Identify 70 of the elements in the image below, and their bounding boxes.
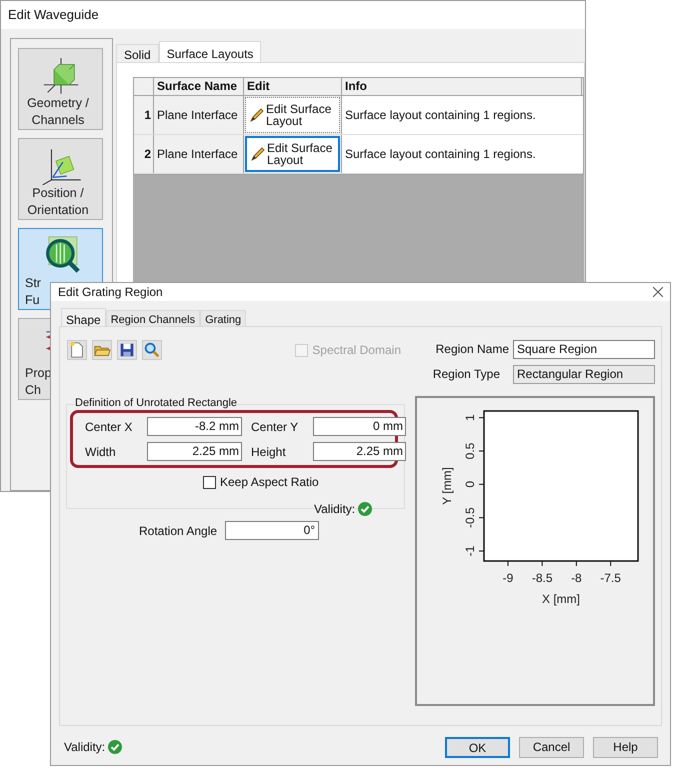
sidebar-item[interactable]: Geometry / Channels	[18, 48, 103, 130]
toolbar-button[interactable]	[142, 340, 162, 360]
checkbox-label: Spectral Domain	[312, 342, 401, 359]
checkbox-label: Keep Aspect Ratio	[220, 474, 319, 491]
input-field[interactable]: 0 mm	[313, 417, 406, 436]
input-field[interactable]: 2.25 mm	[147, 442, 242, 461]
pencil-icon	[250, 108, 264, 122]
tick-label: 1	[463, 414, 477, 421]
tick-mark	[478, 484, 484, 485]
tick-mark	[478, 550, 484, 552]
tick-label: 0.5	[463, 442, 477, 460]
input-field[interactable]: 0°	[225, 521, 320, 540]
tick-label: -0.5	[463, 507, 477, 528]
field-label: Center Y	[250, 418, 300, 436]
dialog-button[interactable]: Help	[593, 736, 658, 758]
window-title: Edit Waveguide	[8, 6, 99, 24]
tick-mark	[478, 450, 484, 452]
group-title: Definition of Unrotated Rectangle	[75, 397, 238, 409]
column-header: Surface Name	[154, 78, 244, 95]
field-label: Region Type	[432, 366, 500, 383]
tab[interactable]: Surface Layouts	[158, 41, 262, 62]
tick-mark	[478, 417, 484, 418]
table-cell: Plane Interface	[154, 135, 244, 173]
toolbar-button[interactable]	[117, 340, 137, 360]
input-field[interactable]: Square Region	[513, 340, 655, 358]
dialog-button[interactable]: OK	[445, 736, 510, 758]
column-header: Info	[342, 78, 582, 95]
table-cell: Plane Interface	[154, 96, 244, 134]
search-icon	[143, 340, 161, 360]
tick-label: 0	[463, 481, 477, 488]
axis-label: X [mm]	[542, 592, 580, 606]
tab[interactable]: Solid	[116, 44, 159, 62]
input-field[interactable]: 2.25 mm	[313, 442, 406, 461]
tick-label: -1	[463, 546, 477, 556]
tick-label: -7.5	[600, 571, 621, 585]
validity-label: Validity:	[64, 739, 106, 756]
tick-label: -9	[502, 571, 514, 585]
tick-label: -8	[571, 571, 582, 585]
tick-mark	[478, 517, 484, 518]
edit-surface-button[interactable]: Edit Surface Layout	[245, 136, 340, 172]
pencil-icon	[251, 147, 265, 161]
row-number: 1	[134, 96, 154, 134]
tick-mark	[507, 560, 508, 566]
row-number: 2	[134, 135, 154, 173]
tab[interactable]: Shape	[61, 308, 106, 326]
sidebar-item[interactable]: Position / Orientation	[18, 138, 103, 220]
tab[interactable]: Region Channels	[106, 310, 200, 326]
field-label: Rotation Angle	[139, 522, 218, 540]
checkbox[interactable]	[203, 476, 216, 488]
tick-label: -8.5	[532, 571, 553, 585]
tick-mark	[610, 560, 612, 566]
axis-label: Y [mm]	[440, 467, 454, 505]
close-icon[interactable]	[653, 287, 663, 297]
toolbar-button[interactable]	[67, 340, 87, 360]
tick-mark	[542, 560, 543, 566]
field-label: Region Name	[434, 341, 509, 358]
tick-mark	[576, 560, 577, 566]
tab[interactable]: Grating	[200, 310, 246, 326]
new-document-icon	[68, 340, 86, 360]
field-label: Center X	[85, 418, 134, 436]
edit-surface-button[interactable]: Edit Surface Layout	[245, 97, 340, 133]
dialog-button[interactable]: Cancel	[519, 736, 584, 758]
field-label: Height	[250, 444, 287, 460]
validity-label: Validity:	[314, 501, 356, 518]
column-header: Edit	[244, 78, 342, 95]
table-cell-text: Surface layout containing 1 regions.	[344, 107, 537, 124]
input-field: Rectangular Region	[513, 364, 655, 384]
table-cell-text: Surface layout containing 1 regions.	[344, 146, 537, 163]
input-field[interactable]: -8.2 mm	[147, 417, 242, 436]
field-label: Width	[85, 444, 117, 460]
